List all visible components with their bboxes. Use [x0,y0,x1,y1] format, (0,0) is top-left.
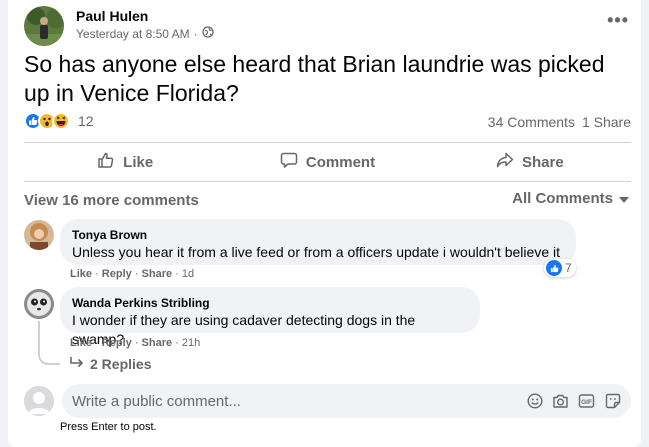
thumbs-up-icon [97,151,115,173]
view-more-comments-link[interactable]: View 16 more comments [24,192,199,209]
composer-icons: GIF [526,392,621,409]
comment-reply-link[interactable]: Reply [102,268,132,280]
post-actions: Like Comment Share [24,143,631,181]
comment-reactions[interactable]: 7 [544,259,576,277]
post-header: Paul Hulen Yesterday at 8:50 AM · ••• [24,6,629,46]
comment-actions: Like · Reply · Share · 1d [70,268,195,280]
gif-icon[interactable]: GIF [578,392,595,409]
comments-count[interactable]: 34 Comments [488,114,575,130]
reaction-count: 12 [78,113,94,129]
svg-text:GIF: GIF [581,399,592,406]
share-icon [496,151,514,173]
emoji-icon[interactable] [526,392,543,409]
globe-icon [201,26,214,41]
post-card: Paul Hulen Yesterday at 8:50 AM · ••• So… [8,0,641,447]
post-meta: Yesterday at 8:50 AM · [76,26,214,41]
haha-icon [52,112,70,130]
commenter-name[interactable]: Wanda Perkins Stribling [72,295,468,311]
composer-hint: Press Enter to post. [60,421,157,433]
comment-button[interactable]: Comment [226,143,428,181]
commenter-name[interactable]: Tonya Brown [72,227,564,243]
comment-reply-link[interactable]: Reply [102,337,132,349]
author-avatar[interactable] [24,6,64,46]
comment-reaction-count: 7 [565,261,572,275]
shares-count[interactable]: 1 Share [582,114,631,130]
camera-icon[interactable] [552,392,569,409]
caret-down-icon [619,190,629,207]
more-options-icon[interactable]: ••• [607,10,629,31]
comment-share-link[interactable]: Share [142,268,173,280]
comment-input[interactable] [62,384,502,418]
comment-icon [280,151,298,173]
share-button[interactable]: Share [429,143,631,181]
reactions-summary[interactable]: 12 [24,112,94,130]
comment-time[interactable]: 1d [182,268,194,280]
view-replies-link[interactable]: 2 Replies [70,356,151,372]
share-button-label: Share [521,153,564,171]
replies-count: 2 Replies [90,356,152,372]
reply-arrow-icon [70,356,84,372]
comment-text: Unless you hear it from a live feed or f… [72,244,560,260]
comment-button-label: Comment [305,153,376,171]
comment-bubble: Wanda Perkins Stribling I wonder if they… [60,287,480,347]
sticker-icon[interactable] [604,392,621,409]
commenter-avatar[interactable] [24,220,54,250]
comment-time[interactable]: 21h [182,337,200,349]
comment-sort-label: All Comments [512,190,613,207]
comment-bubble: Tonya Brown Unless you hear it from a li… [60,219,576,265]
comment-actions: Like · Reply · Share · 21h [70,337,201,349]
meta-separator: · [193,26,198,41]
comment-share-link[interactable]: Share [142,337,173,349]
comment-like-link[interactable]: Like [70,337,92,349]
divider [24,181,631,182]
comment-sort-dropdown[interactable]: All Comments [512,190,629,207]
like-button[interactable]: Like [24,143,226,181]
current-user-avatar[interactable] [24,386,54,416]
commenter-avatar[interactable] [24,289,54,319]
post-text: So has anyone else heard that Brian laun… [24,51,605,106]
like-icon [546,260,562,276]
reply-thread-line [38,321,60,365]
comment-composer: GIF [62,384,631,418]
like-button-label: Like [123,153,154,171]
engagement-counts: 34 Comments 1 Share [488,114,631,130]
comment-like-link[interactable]: Like [70,268,92,280]
post-timestamp[interactable]: Yesterday at 8:50 AM [76,27,190,41]
author-name[interactable]: Paul Hulen [76,8,148,24]
